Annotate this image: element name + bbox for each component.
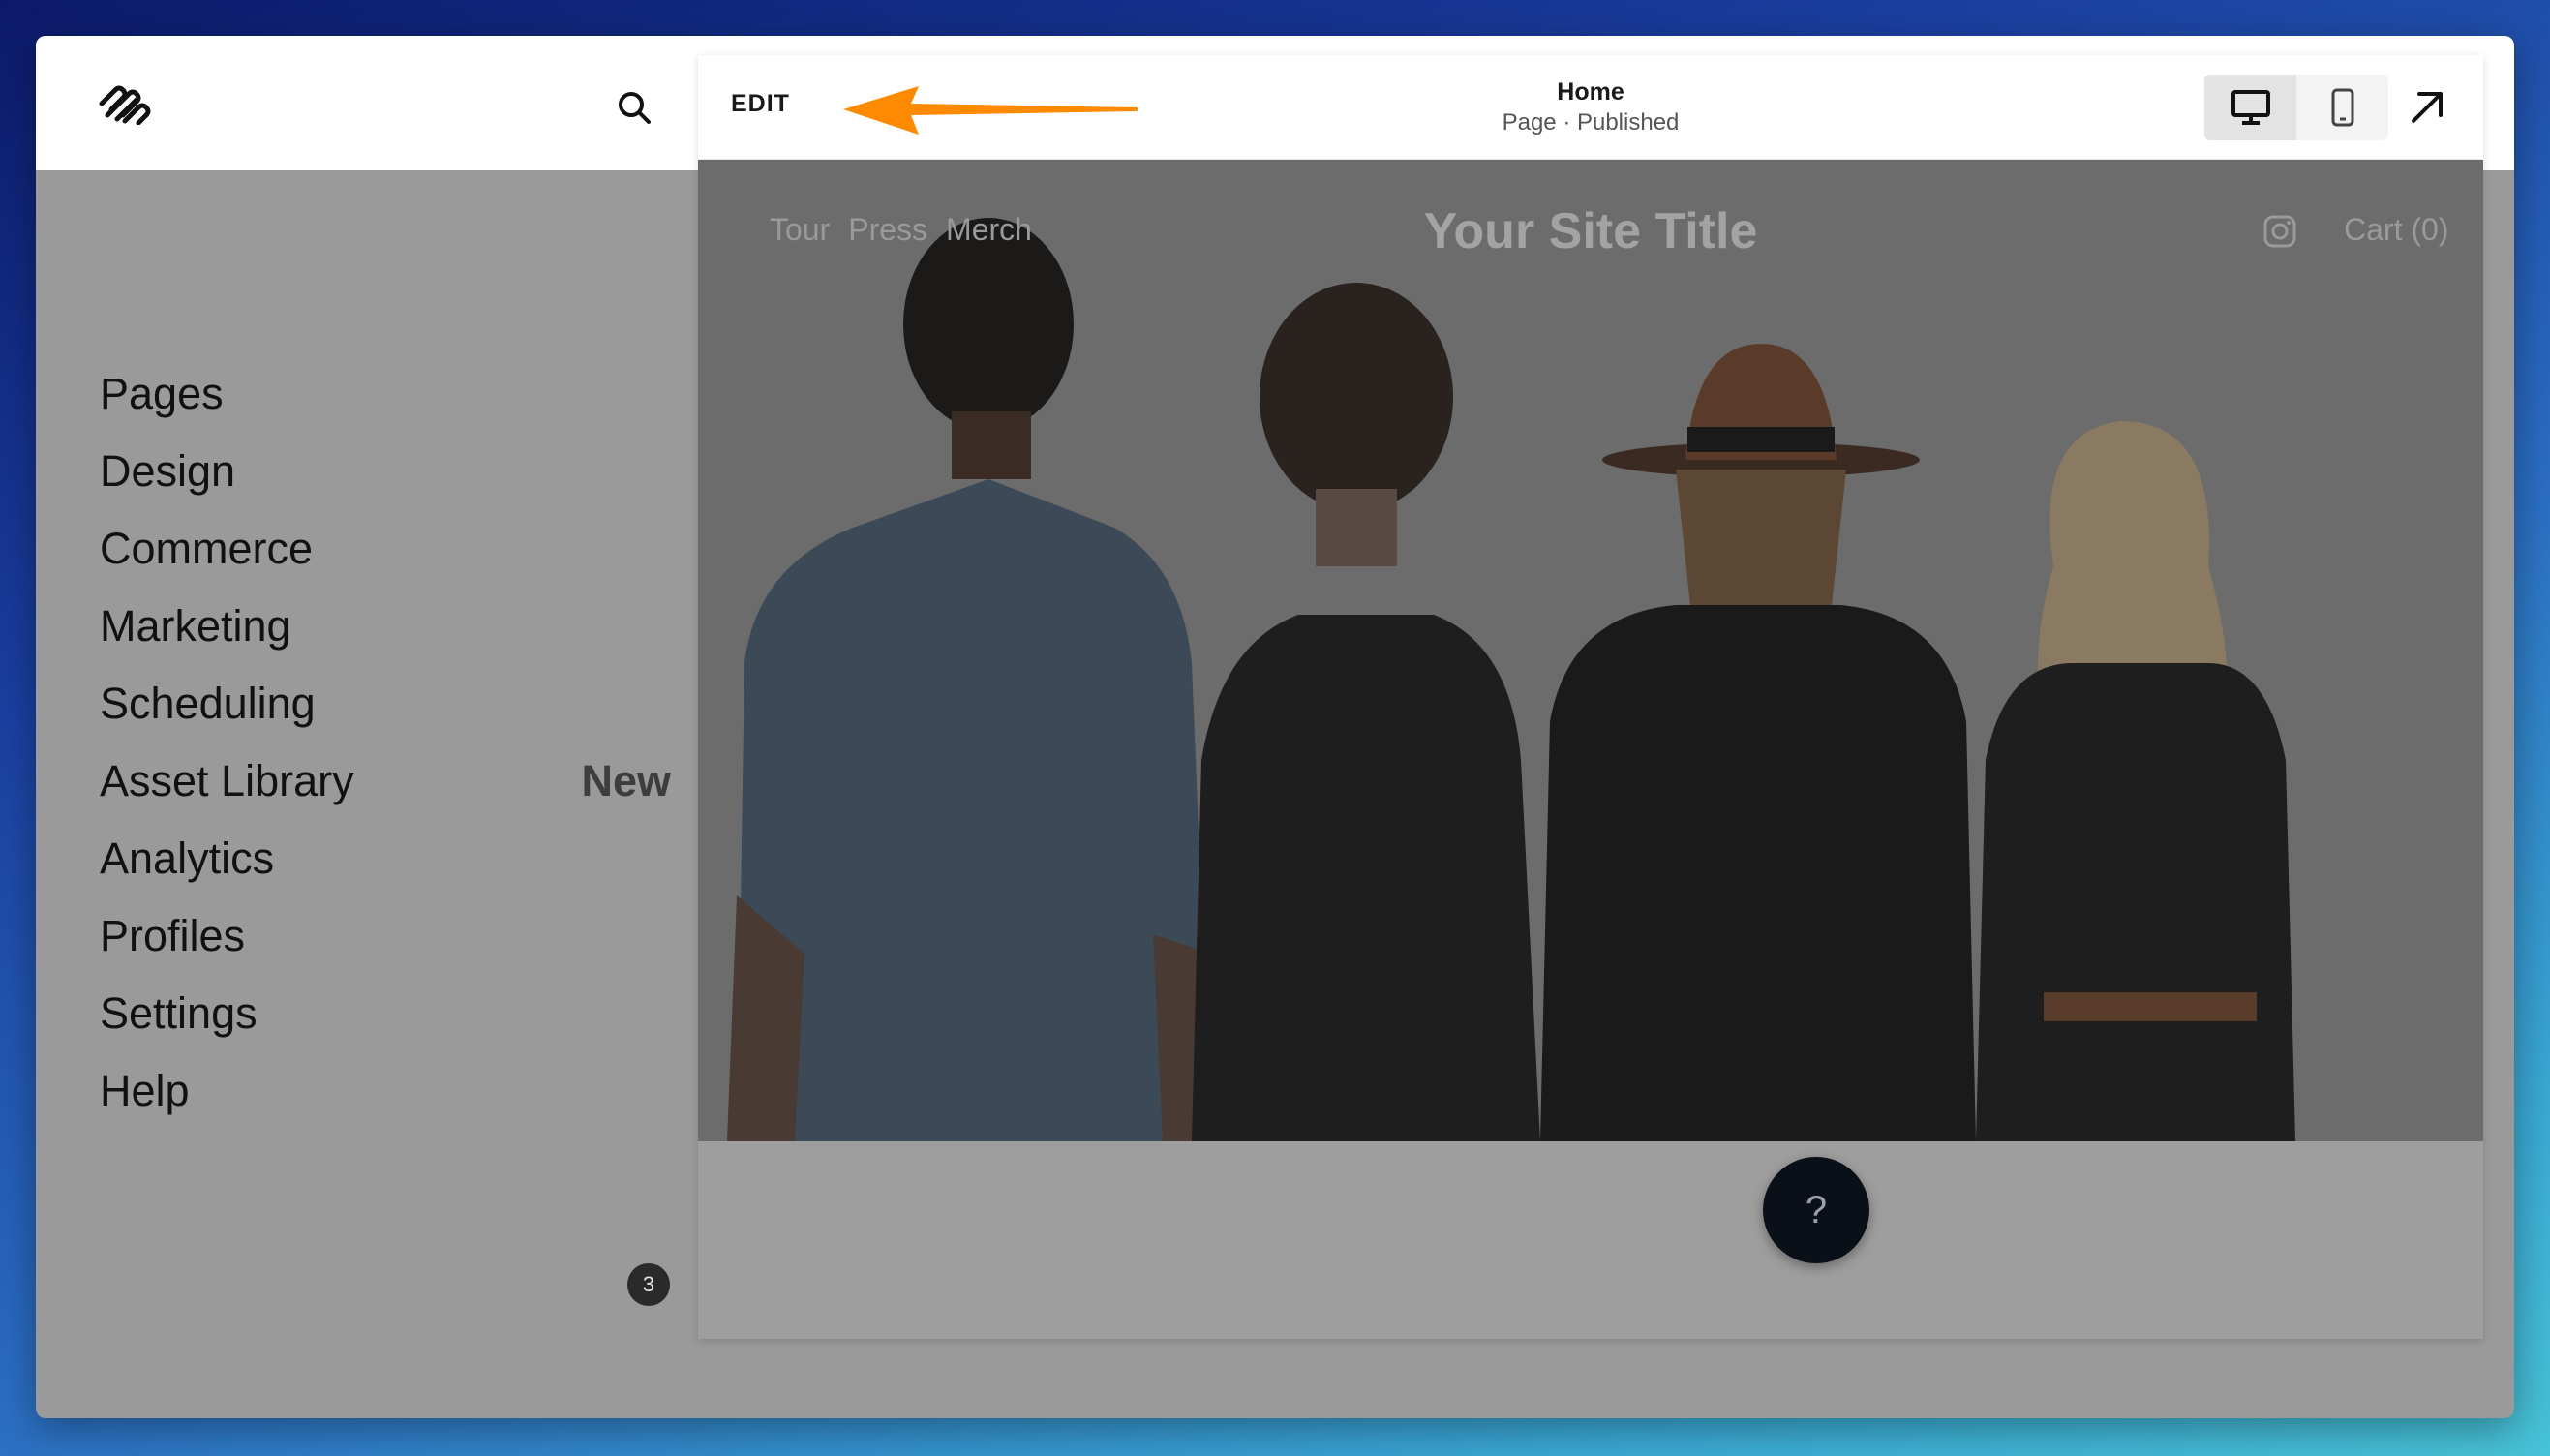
- sidebar-item-help[interactable]: Help: [100, 1052, 671, 1130]
- help-button[interactable]: ?: [1763, 1157, 1869, 1263]
- sidebar-item-label: Design: [100, 446, 236, 496]
- site-nav-tour[interactable]: Tour: [770, 212, 830, 248]
- view-toggle: [2204, 75, 2388, 140]
- sidebar-item-label: Analytics: [100, 834, 275, 883]
- page-title: Home: [1557, 78, 1624, 106]
- mobile-icon: [2331, 88, 2353, 127]
- site-nav-press[interactable]: Press: [848, 212, 927, 248]
- site-preview-panel: EDIT Home Page · Published Tour Press Me…: [698, 55, 2483, 1339]
- site-nav: Tour Press Merch: [770, 212, 1032, 248]
- desktop-icon: [2231, 90, 2270, 125]
- orange-arrow-icon: [843, 86, 1138, 135]
- sidebar-item-marketing[interactable]: Marketing: [100, 588, 671, 665]
- page-status: Page · Published: [1502, 109, 1680, 136]
- sidebar-item-analytics[interactable]: Analytics: [100, 820, 671, 897]
- sidebar-item-scheduling[interactable]: Scheduling: [100, 665, 671, 743]
- sidebar-item-settings[interactable]: Settings: [100, 975, 671, 1052]
- page-body: [698, 1141, 2483, 1339]
- sidebar-item-label: Settings: [100, 988, 258, 1038]
- app-window: Pages Design Commerce Marketing Scheduli…: [36, 36, 2514, 1418]
- sidebar-item-pages[interactable]: Pages: [100, 355, 671, 433]
- cart-link[interactable]: Cart (0): [2344, 212, 2448, 248]
- sidebar-item-label: Pages: [100, 369, 224, 418]
- sidebar-item-label: Commerce: [100, 524, 314, 573]
- site-nav-merch[interactable]: Merch: [946, 212, 1032, 248]
- page-info: Home Page · Published: [1397, 76, 1784, 138]
- hero-image: [698, 160, 2483, 1141]
- preview-header: EDIT Home Page · Published: [698, 55, 2483, 160]
- desktop-view-button[interactable]: [2204, 75, 2296, 140]
- squarespace-logo[interactable]: [96, 84, 152, 125]
- sidebar-item-label: Help: [100, 1066, 190, 1115]
- search-icon[interactable]: [615, 88, 653, 127]
- sidebar-item-label: Marketing: [100, 601, 291, 651]
- edit-button[interactable]: EDIT: [731, 90, 790, 118]
- sidebar-item-label: Scheduling: [100, 679, 316, 728]
- sidebar-item-label: Profiles: [100, 911, 246, 960]
- new-badge: New: [581, 756, 671, 805]
- sidebar-item-profiles[interactable]: Profiles: [100, 897, 671, 975]
- sidebar-item-asset-library[interactable]: Asset Library New: [100, 743, 671, 820]
- open-external-icon[interactable]: [2406, 86, 2448, 129]
- notification-badge[interactable]: 3: [627, 1263, 670, 1306]
- mobile-view-button[interactable]: [2296, 75, 2388, 140]
- site-title[interactable]: Your Site Title: [1300, 202, 1881, 260]
- sidebar-item-commerce[interactable]: Commerce: [100, 510, 671, 588]
- sidebar-item-design[interactable]: Design: [100, 433, 671, 510]
- sidebar-header: [36, 36, 698, 170]
- instagram-icon[interactable]: [2262, 214, 2297, 249]
- sidebar-item-label: Asset Library: [100, 756, 354, 805]
- sidebar-nav: Pages Design Commerce Marketing Scheduli…: [100, 355, 671, 1130]
- site-hero[interactable]: Tour Press Merch Your Site Title Cart (0…: [698, 160, 2483, 1141]
